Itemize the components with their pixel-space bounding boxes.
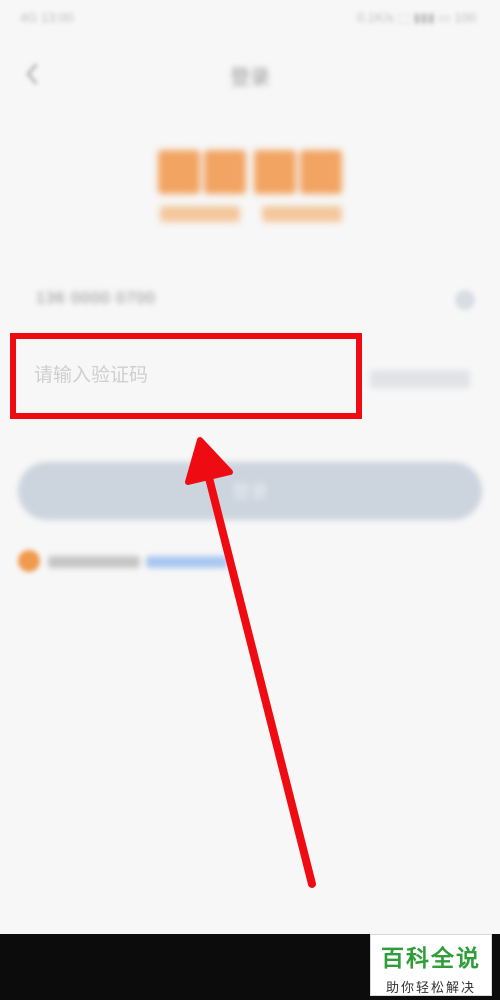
status-bar: 4G 13:00 0.1K/s ⬚ ▮▮▮ ▭ 100 [0, 0, 500, 36]
logo-block [300, 150, 342, 194]
watermark-subtitle: 助你轻松解决 [385, 981, 476, 996]
logo-subtitle [160, 206, 240, 222]
logo-block [204, 150, 246, 194]
agreement-checkbox[interactable] [18, 550, 40, 572]
logo-block [158, 150, 200, 194]
login-button[interactable]: 登录 [18, 462, 482, 520]
agreement-row [18, 548, 278, 574]
chevron-down-icon[interactable] [455, 290, 475, 310]
agreement-link[interactable] [146, 556, 228, 568]
app-logo [150, 148, 350, 228]
status-icons: 0.1K/s ⬚ ▮▮▮ ▭ 100 [356, 10, 476, 25]
page-title: 登录 [230, 67, 270, 89]
nav-bar: 登录 [0, 45, 500, 105]
get-code-button[interactable] [370, 370, 470, 388]
watermark-logo: 百科全说 助你轻松解决 [370, 934, 492, 996]
status-time: 4G 13:00 [20, 10, 74, 25]
watermark-title: 百科全说 [381, 946, 481, 972]
logo-block [254, 150, 296, 194]
verification-code-input[interactable] [14, 336, 358, 416]
logo-subtitle [262, 206, 342, 222]
phone-number: 136 0000 0700 [36, 290, 156, 307]
phone-row: 136 0000 0700 [18, 282, 483, 322]
verification-code-row [14, 336, 484, 416]
agreement-text [48, 556, 140, 568]
